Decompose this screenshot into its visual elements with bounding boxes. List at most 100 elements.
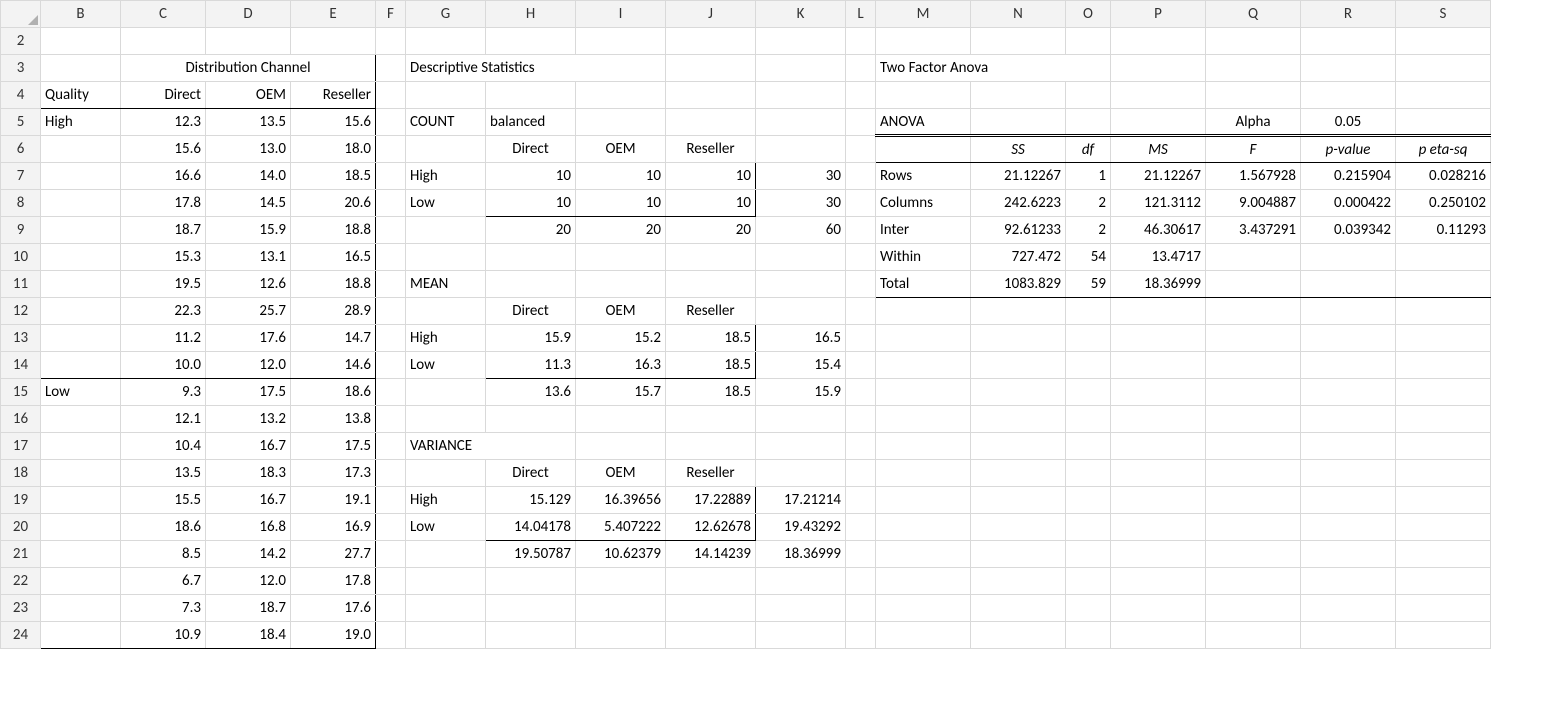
cell[interactable]: Rows xyxy=(876,163,971,190)
cell[interactable]: 21.12267 xyxy=(971,163,1066,190)
row-header[interactable]: 15 xyxy=(1,379,41,406)
cell[interactable]: p eta-sq xyxy=(1396,136,1491,163)
cell[interactable]: 15.3 xyxy=(121,244,206,271)
cell[interactable]: 8.5 xyxy=(121,541,206,568)
cell[interactable]: 18.7 xyxy=(121,217,206,244)
row-header[interactable]: 13 xyxy=(1,325,41,352)
cell[interactable]: 13.8 xyxy=(291,406,376,433)
cell[interactable]: Total xyxy=(876,271,971,298)
row-header[interactable]: 23 xyxy=(1,595,41,622)
row-header[interactable]: 8 xyxy=(1,190,41,217)
cell[interactable]: balanced xyxy=(486,109,576,136)
row-header[interactable]: 12 xyxy=(1,298,41,325)
cell[interactable]: SS xyxy=(971,136,1066,163)
cell[interactable]: 16.5 xyxy=(291,244,376,271)
col-header[interactable]: K xyxy=(756,1,846,28)
cell[interactable]: 17.21214 xyxy=(756,487,846,514)
cell[interactable]: 727.472 xyxy=(971,244,1066,271)
col-header[interactable]: I xyxy=(576,1,666,28)
cell[interactable]: 15.129 xyxy=(486,487,576,514)
row-header[interactable]: 20 xyxy=(1,514,41,541)
cell[interactable]: 18.5 xyxy=(291,163,376,190)
cell[interactable]: 12.1 xyxy=(121,406,206,433)
cell[interactable]: 12.3 xyxy=(121,109,206,136)
cell[interactable]: 6.7 xyxy=(121,568,206,595)
cell[interactable]: 59 xyxy=(1066,271,1111,298)
cell[interactable]: 18.5 xyxy=(666,352,756,379)
cell[interactable]: 17.5 xyxy=(206,379,291,406)
cell[interactable]: 12.6 xyxy=(206,271,291,298)
col-header[interactable]: S xyxy=(1396,1,1491,28)
row-header[interactable]: 2 xyxy=(1,28,41,55)
cell[interactable]: 16.7 xyxy=(206,433,291,460)
row-header[interactable]: 7 xyxy=(1,163,41,190)
cell[interactable]: 0.11293 xyxy=(1396,217,1491,244)
cell[interactable]: df xyxy=(1066,136,1111,163)
cell[interactable]: 19.5 xyxy=(121,271,206,298)
cell[interactable]: p-value xyxy=(1301,136,1396,163)
cell[interactable]: Direct xyxy=(486,460,576,487)
cell[interactable]: 14.04178 xyxy=(486,514,576,541)
col-header[interactable]: M xyxy=(876,1,971,28)
row-header[interactable]: 4 xyxy=(1,82,41,109)
cell[interactable]: 92.61233 xyxy=(971,217,1066,244)
cell[interactable]: 10.9 xyxy=(121,622,206,649)
cell[interactable]: 121.3112 xyxy=(1111,190,1206,217)
cell[interactable]: 16.6 xyxy=(121,163,206,190)
col-header[interactable]: J xyxy=(666,1,756,28)
cell[interactable]: 19.1 xyxy=(291,487,376,514)
cell[interactable]: OEM xyxy=(206,82,291,109)
cell[interactable]: 16.3 xyxy=(576,352,666,379)
cell[interactable]: Alpha xyxy=(1206,109,1301,136)
row-header[interactable]: 24 xyxy=(1,622,41,649)
cell[interactable]: 27.7 xyxy=(291,541,376,568)
cell[interactable]: 18.5 xyxy=(666,379,756,406)
cell[interactable]: 18.7 xyxy=(206,595,291,622)
cell[interactable]: 14.5 xyxy=(206,190,291,217)
cell[interactable]: 2 xyxy=(1066,217,1111,244)
cell[interactable]: Columns xyxy=(876,190,971,217)
col-header[interactable]: G xyxy=(406,1,486,28)
cell[interactable]: 0.05 xyxy=(1301,109,1396,136)
cell[interactable]: 18.4 xyxy=(206,622,291,649)
row-header[interactable]: 18 xyxy=(1,460,41,487)
cell[interactable]: 21.12267 xyxy=(1111,163,1206,190)
cell[interactable]: Descriptive Statistics xyxy=(406,55,666,82)
cell[interactable]: Quality xyxy=(41,82,121,109)
col-header[interactable]: L xyxy=(846,1,876,28)
cell[interactable]: 14.14239 xyxy=(666,541,756,568)
cell[interactable]: 18.8 xyxy=(291,217,376,244)
cell[interactable]: 14.0 xyxy=(206,163,291,190)
cell[interactable]: ANOVA xyxy=(876,109,971,136)
cell[interactable]: 60 xyxy=(756,217,846,244)
cell[interactable]: 7.3 xyxy=(121,595,206,622)
cell[interactable]: 15.6 xyxy=(291,109,376,136)
cell[interactable]: 20.6 xyxy=(291,190,376,217)
cell[interactable]: 18.0 xyxy=(291,136,376,163)
cell[interactable]: 17.8 xyxy=(291,568,376,595)
cell[interactable]: 1 xyxy=(1066,163,1111,190)
cell[interactable]: 14.6 xyxy=(291,352,376,379)
cell[interactable]: COUNT xyxy=(406,109,486,136)
cell[interactable]: 13.4717 xyxy=(1111,244,1206,271)
row-header[interactable]: 9 xyxy=(1,217,41,244)
cell[interactable]: 22.3 xyxy=(121,298,206,325)
cell[interactable]: 0.215904 xyxy=(1301,163,1396,190)
cell[interactable]: Low xyxy=(406,352,486,379)
cell[interactable]: 25.7 xyxy=(206,298,291,325)
cell[interactable]: 28.9 xyxy=(291,298,376,325)
cell[interactable]: 2 xyxy=(1066,190,1111,217)
col-header[interactable]: F xyxy=(376,1,406,28)
cell[interactable]: 17.6 xyxy=(291,595,376,622)
cell[interactable]: 15.4 xyxy=(756,352,846,379)
row-header[interactable]: 6 xyxy=(1,136,41,163)
cell[interactable]: 9.3 xyxy=(121,379,206,406)
cell[interactable]: 13.5 xyxy=(121,460,206,487)
row-header[interactable]: 10 xyxy=(1,244,41,271)
cell[interactable]: 16.8 xyxy=(206,514,291,541)
cell[interactable]: 18.6 xyxy=(121,514,206,541)
cell[interactable]: Low xyxy=(406,190,486,217)
cell[interactable]: 16.39656 xyxy=(576,487,666,514)
cell[interactable]: 0.039342 xyxy=(1301,217,1396,244)
cell[interactable]: OEM xyxy=(576,460,666,487)
